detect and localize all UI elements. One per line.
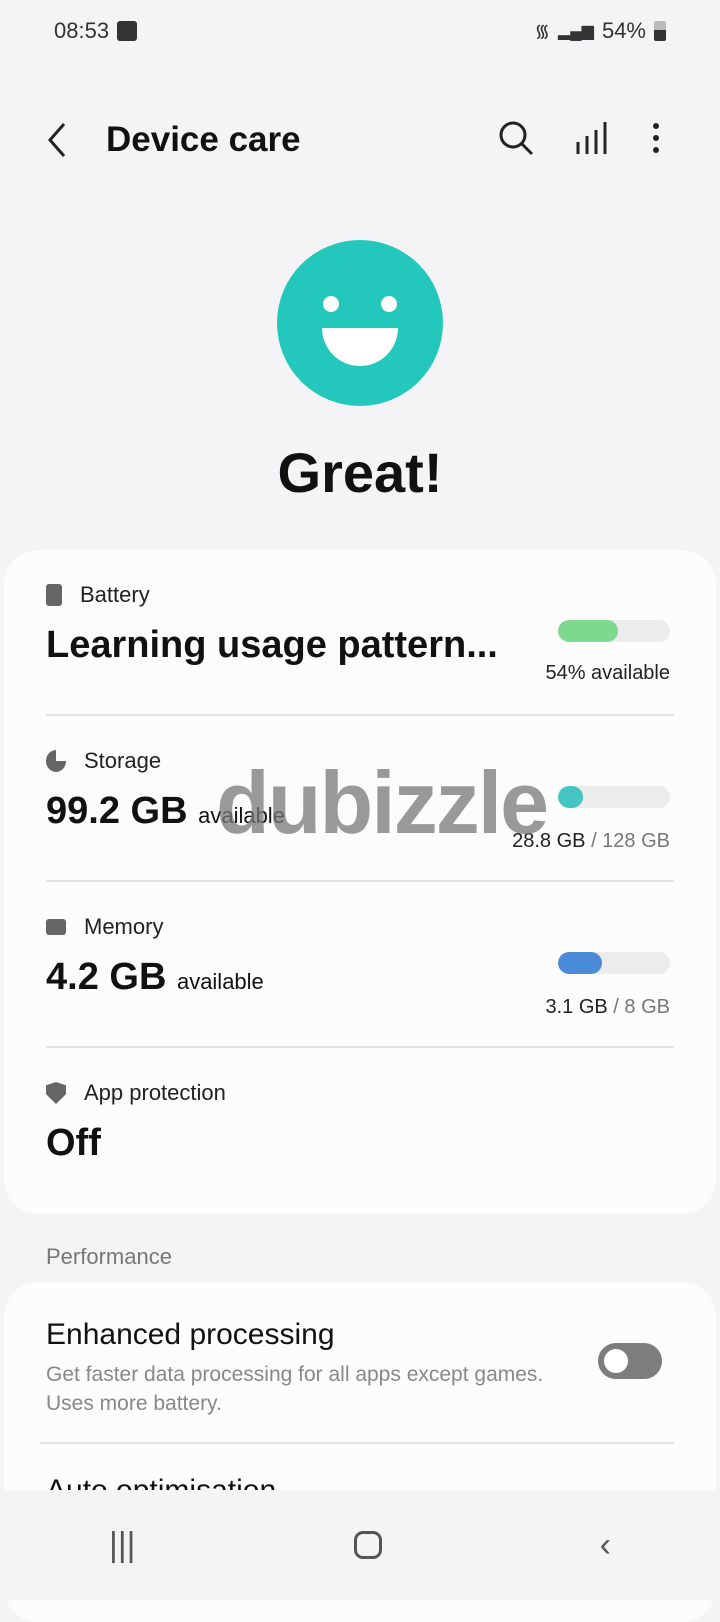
navigation-bar: ||| ‹ xyxy=(0,1490,720,1600)
battery-label: Battery xyxy=(80,582,150,607)
memory-total: / 8 GB xyxy=(613,996,670,1018)
home-button[interactable] xyxy=(353,1531,382,1559)
app-protection-value: Off xyxy=(46,1122,101,1164)
device-status-label: Great! xyxy=(277,441,443,504)
more-vert-icon xyxy=(653,123,659,153)
recents-button[interactable]: ||| xyxy=(109,1526,136,1565)
shield-icon xyxy=(46,1082,66,1104)
app-protection-item[interactable]: App protection Off xyxy=(46,1080,670,1165)
memory-chip-icon xyxy=(46,919,66,935)
page-title: Device care xyxy=(106,120,301,159)
storage-value: 99.2 GB xyxy=(46,790,188,832)
enhanced-processing-item[interactable]: Enhanced processing Get faster data proc… xyxy=(46,1318,556,1418)
storage-bar xyxy=(558,786,670,808)
chevron-left-icon xyxy=(48,123,66,157)
search-icon xyxy=(499,121,534,156)
battery-detail: 54% available xyxy=(545,662,670,684)
device-care-card: Battery Learning usage pattern... 54% av… xyxy=(4,550,716,1214)
memory-label: Memory xyxy=(84,914,164,939)
storage-pie-icon xyxy=(46,750,66,772)
performance-header: Performance xyxy=(46,1244,172,1269)
app-protection-label: App protection xyxy=(84,1080,226,1105)
status-bar: 08:53 ᯾ ▂▄▆ 54% xyxy=(54,18,666,44)
memory-used: 3.1 GB xyxy=(545,996,608,1018)
search-button[interactable] xyxy=(496,118,536,163)
stats-button[interactable] xyxy=(574,118,608,163)
stats-icon xyxy=(576,122,607,154)
memory-bar xyxy=(558,952,670,974)
more-options-button[interactable] xyxy=(648,118,664,163)
signal-icon: ▂▄▆ xyxy=(558,23,594,40)
gallery-notification-icon xyxy=(117,21,138,41)
battery-item[interactable]: Battery Learning usage pattern... 54% av… xyxy=(46,582,670,684)
app-bar: Device care xyxy=(0,112,720,168)
smiley-face-icon xyxy=(277,240,443,406)
battery-icon xyxy=(654,21,666,41)
battery-bar xyxy=(558,620,670,642)
battery-icon xyxy=(46,584,62,606)
memory-item[interactable]: Memory 4.2 GB available 3.1 GB / 8 GB xyxy=(46,914,670,1018)
enhanced-processing-title: Enhanced processing xyxy=(46,1318,335,1351)
storage-total: / 128 GB xyxy=(591,830,670,852)
enhanced-processing-desc: Get faster data processing for all apps … xyxy=(46,1363,544,1415)
enhanced-processing-toggle[interactable] xyxy=(598,1343,662,1379)
battery-percent: 54% xyxy=(601,18,646,43)
memory-suffix: available xyxy=(176,969,264,994)
dubizzle-watermark: dubizzle xyxy=(216,753,549,852)
memory-value: 4.2 GB xyxy=(46,956,167,998)
wifi-icon: ᯾ xyxy=(534,21,550,41)
back-nav-button[interactable]: ‹ xyxy=(600,1526,611,1565)
clock: 08:53 xyxy=(54,18,110,43)
storage-label: Storage xyxy=(84,748,162,773)
back-button[interactable] xyxy=(44,120,68,167)
